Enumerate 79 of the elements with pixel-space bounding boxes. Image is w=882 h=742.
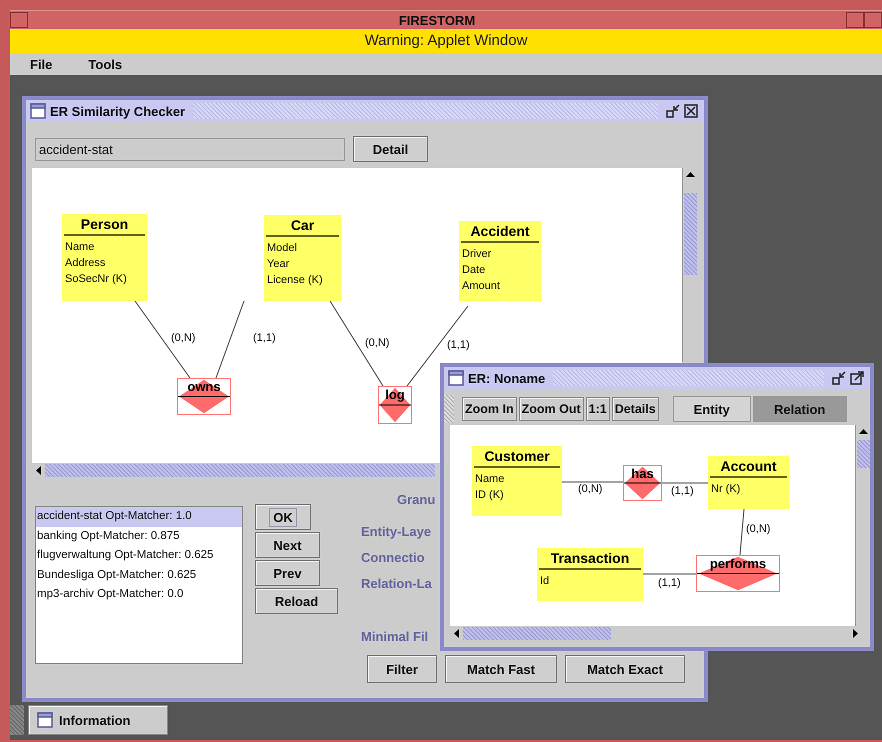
cardinality-label: (1,1)	[671, 485, 694, 497]
list-item[interactable]: mp3-archiv Opt-Matcher: 0.0	[36, 585, 242, 604]
attribute-label: License (K)	[267, 273, 324, 288]
toolbar-button[interactable]: 1:1	[586, 397, 610, 421]
window-title: ER: Noname	[468, 370, 546, 386]
option-label: Granu	[396, 491, 436, 509]
cardinality-label: (0,N)	[746, 523, 770, 535]
attribute-label: Amount	[462, 279, 501, 294]
taskbar-button[interactable]: Information	[28, 705, 168, 735]
action-button[interactable]: Filter	[367, 655, 437, 683]
connector-line	[740, 508, 744, 556]
toolbar-button[interactable]: Details	[612, 397, 659, 421]
attribute-label: Year	[267, 257, 290, 272]
action-button[interactable]: Match Exact	[565, 655, 685, 683]
close-icon[interactable]	[684, 104, 698, 118]
cardinality-label: (0,N)	[578, 483, 602, 495]
minimize-icon[interactable]	[832, 371, 846, 385]
list-item[interactable]: accident-stat Opt-Matcher: 1.0	[36, 507, 242, 526]
attribute-label: Name	[65, 240, 96, 255]
attribute-label: Model	[267, 241, 298, 256]
maximize-button[interactable]	[864, 12, 882, 28]
list-item[interactable]: flugverwaltung Opt-Matcher: 0.625	[36, 546, 242, 566]
minimize-button[interactable]	[846, 12, 864, 28]
cardinality-label: (0,N)	[365, 337, 390, 349]
connector-line	[662, 482, 708, 484]
window-icon	[37, 712, 53, 728]
window-icon	[30, 103, 46, 119]
window-title: ER Similarity Checker	[50, 104, 186, 118]
entity-name: Car	[266, 215, 339, 237]
list-item[interactable]: banking Opt-Matcher: 0.875	[36, 526, 242, 546]
cardinality-label: (1,1)	[658, 577, 681, 589]
entity-name: Account	[710, 456, 787, 478]
toolbar-grip[interactable]	[444, 395, 454, 423]
attribute-label: ID (K)	[475, 488, 505, 503]
scrollbar-thumb[interactable]	[463, 627, 611, 640]
option-label: Minimal Fil	[361, 628, 430, 646]
scrollbar-thumb[interactable]	[45, 464, 435, 477]
attribute-label: Address	[65, 256, 106, 271]
entity-name: Customer	[474, 446, 560, 468]
maximize-icon[interactable]	[850, 371, 864, 385]
menu-item[interactable]: Tools	[88, 56, 122, 72]
toolbar-button[interactable]: Zoom In	[462, 397, 517, 421]
applet-warning: Warning: Applet Window	[10, 29, 882, 53]
nav-button[interactable]: Next	[255, 532, 320, 558]
relationship-name: log	[384, 388, 406, 402]
cardinality-label: (1,1)	[253, 332, 276, 344]
action-button[interactable]: Match Fast	[445, 655, 557, 683]
option-label: Connectio	[361, 549, 426, 567]
option-label: Relation-La	[361, 575, 433, 593]
nav-button[interactable]: Prev	[255, 560, 320, 586]
scrollbar-thumb[interactable]	[856, 440, 870, 468]
cardinality-label: (1,1)	[447, 339, 470, 351]
toolbar-button[interactable]: Zoom Out	[518, 397, 584, 421]
attribute-label: Nr (K)	[711, 482, 742, 497]
detail-button[interactable]: Detail	[353, 136, 428, 162]
mode-tab[interactable]: Entity	[672, 396, 751, 422]
minimize-icon[interactable]	[666, 104, 680, 118]
entity-name: Person	[64, 214, 145, 236]
nav-button[interactable]: Reload	[255, 588, 338, 614]
option-label: Entity-Laye	[361, 523, 432, 541]
attribute-label: Id	[540, 574, 550, 589]
attribute-label: Name	[475, 472, 506, 487]
entity-name: Accident	[461, 221, 539, 243]
window-icon	[448, 370, 464, 386]
window-title: FIRESTORM	[398, 12, 476, 28]
menu-item[interactable]: File	[30, 56, 52, 72]
nav-button[interactable]: OK	[255, 504, 311, 530]
list-item[interactable]: Bundesliga Opt-Matcher: 0.625	[36, 566, 242, 585]
cardinality-label: (0,N)	[171, 332, 196, 344]
attribute-label: Driver	[462, 247, 492, 262]
taskbar-grip[interactable]	[10, 705, 24, 735]
scrollbar-thumb[interactable]	[684, 193, 696, 275]
attribute-label: SoSecNr (K)	[65, 272, 128, 287]
schema-field[interactable]: accident-stat	[35, 138, 345, 160]
entity-name: Transaction	[539, 548, 641, 570]
relationship-name: has	[630, 467, 655, 481]
mode-tab[interactable]: Relation	[752, 396, 847, 422]
window-menu-button[interactable]	[10, 12, 28, 28]
attribute-label: Date	[462, 263, 486, 278]
